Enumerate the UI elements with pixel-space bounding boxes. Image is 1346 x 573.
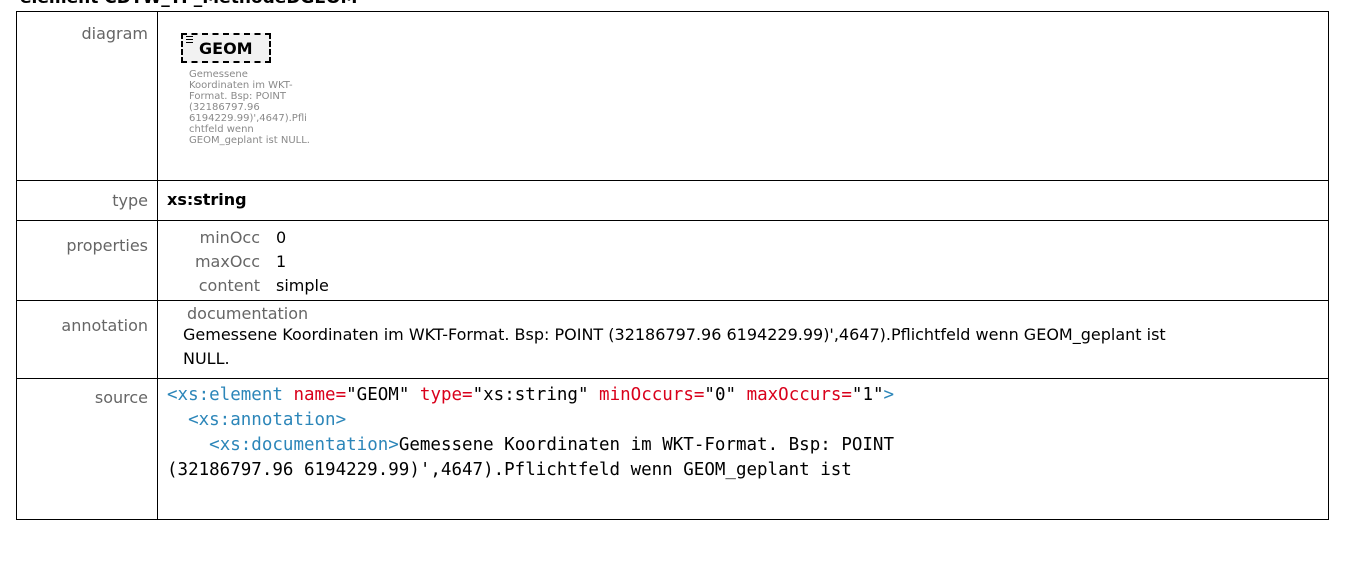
element-properties-table: diagram GEOM Gemessene Koordinaten im WK…	[16, 11, 1329, 520]
code-value: "0"	[704, 385, 737, 405]
row-properties: properties minOcc 0 maxOcc 1 content sim…	[16, 220, 1329, 301]
source-code: <xs:element name="GEOM" type="xs:string"…	[167, 379, 1328, 483]
code-value: "xs:string"	[472, 385, 589, 405]
property-key: minOcc	[199, 227, 260, 247]
annotation-lines-icon	[186, 36, 193, 45]
property-row: content simple	[188, 273, 1328, 297]
page-title: element CDTW_TP_MethodeDGEOM	[20, 0, 357, 8]
documentation-text: Gemessene Koordinaten im WKT-Format. Bsp…	[183, 325, 1166, 368]
element-box-name: GEOM	[199, 39, 253, 58]
row-type: type xs:string	[16, 180, 1329, 221]
property-row: maxOcc 1	[188, 249, 1328, 273]
properties-list: minOcc 0 maxOcc 1 content simple	[188, 225, 1328, 297]
code-text: Gemessene Koordinaten im WKT-Format. Bsp…	[398, 435, 894, 455]
row-annotation: annotation documentation Gemessene Koord…	[16, 300, 1329, 379]
code-tag: >	[883, 385, 895, 405]
property-key: content	[198, 275, 260, 295]
code-tag: <xs:element	[167, 385, 283, 405]
label-source: source	[94, 388, 148, 407]
element-diagram: GEOM Gemessene Koordinaten im WKT-Format…	[167, 12, 1328, 180]
property-key: maxOcc	[194, 251, 260, 271]
row-source: source <xs:element name="GEOM" type="xs:…	[16, 378, 1329, 520]
code-text: (32186797.96 6194229.99)',4647).Pflichtf…	[167, 460, 852, 480]
type-value[interactable]: xs:string	[167, 190, 1328, 209]
code-attr: minOccurs=	[599, 385, 705, 405]
code-attr: name=	[293, 385, 347, 405]
code-tag: <xs:documentation>	[209, 435, 399, 455]
label-annotation: annotation	[61, 316, 148, 335]
element-box[interactable]: GEOM	[181, 33, 271, 63]
code-value: "1"	[851, 385, 884, 405]
code-tag: <xs:annotation>	[188, 410, 347, 430]
row-diagram: diagram GEOM Gemessene Koordinaten im WK…	[16, 11, 1329, 181]
property-row: minOcc 0	[188, 225, 1328, 249]
code-attr: maxOccurs=	[746, 385, 852, 405]
property-value: simple	[276, 275, 329, 295]
label-diagram: diagram	[81, 24, 148, 43]
documentation-label: documentation	[187, 304, 309, 323]
property-value: 0	[276, 227, 287, 247]
code-value: "GEOM"	[346, 385, 410, 405]
label-type: type	[112, 191, 148, 210]
code-attr: type=	[419, 385, 473, 405]
label-properties: properties	[66, 236, 148, 255]
property-value: 1	[276, 251, 287, 271]
diagram-description: Gemessene Koordinaten im WKT-Format. Bsp…	[189, 69, 310, 146]
